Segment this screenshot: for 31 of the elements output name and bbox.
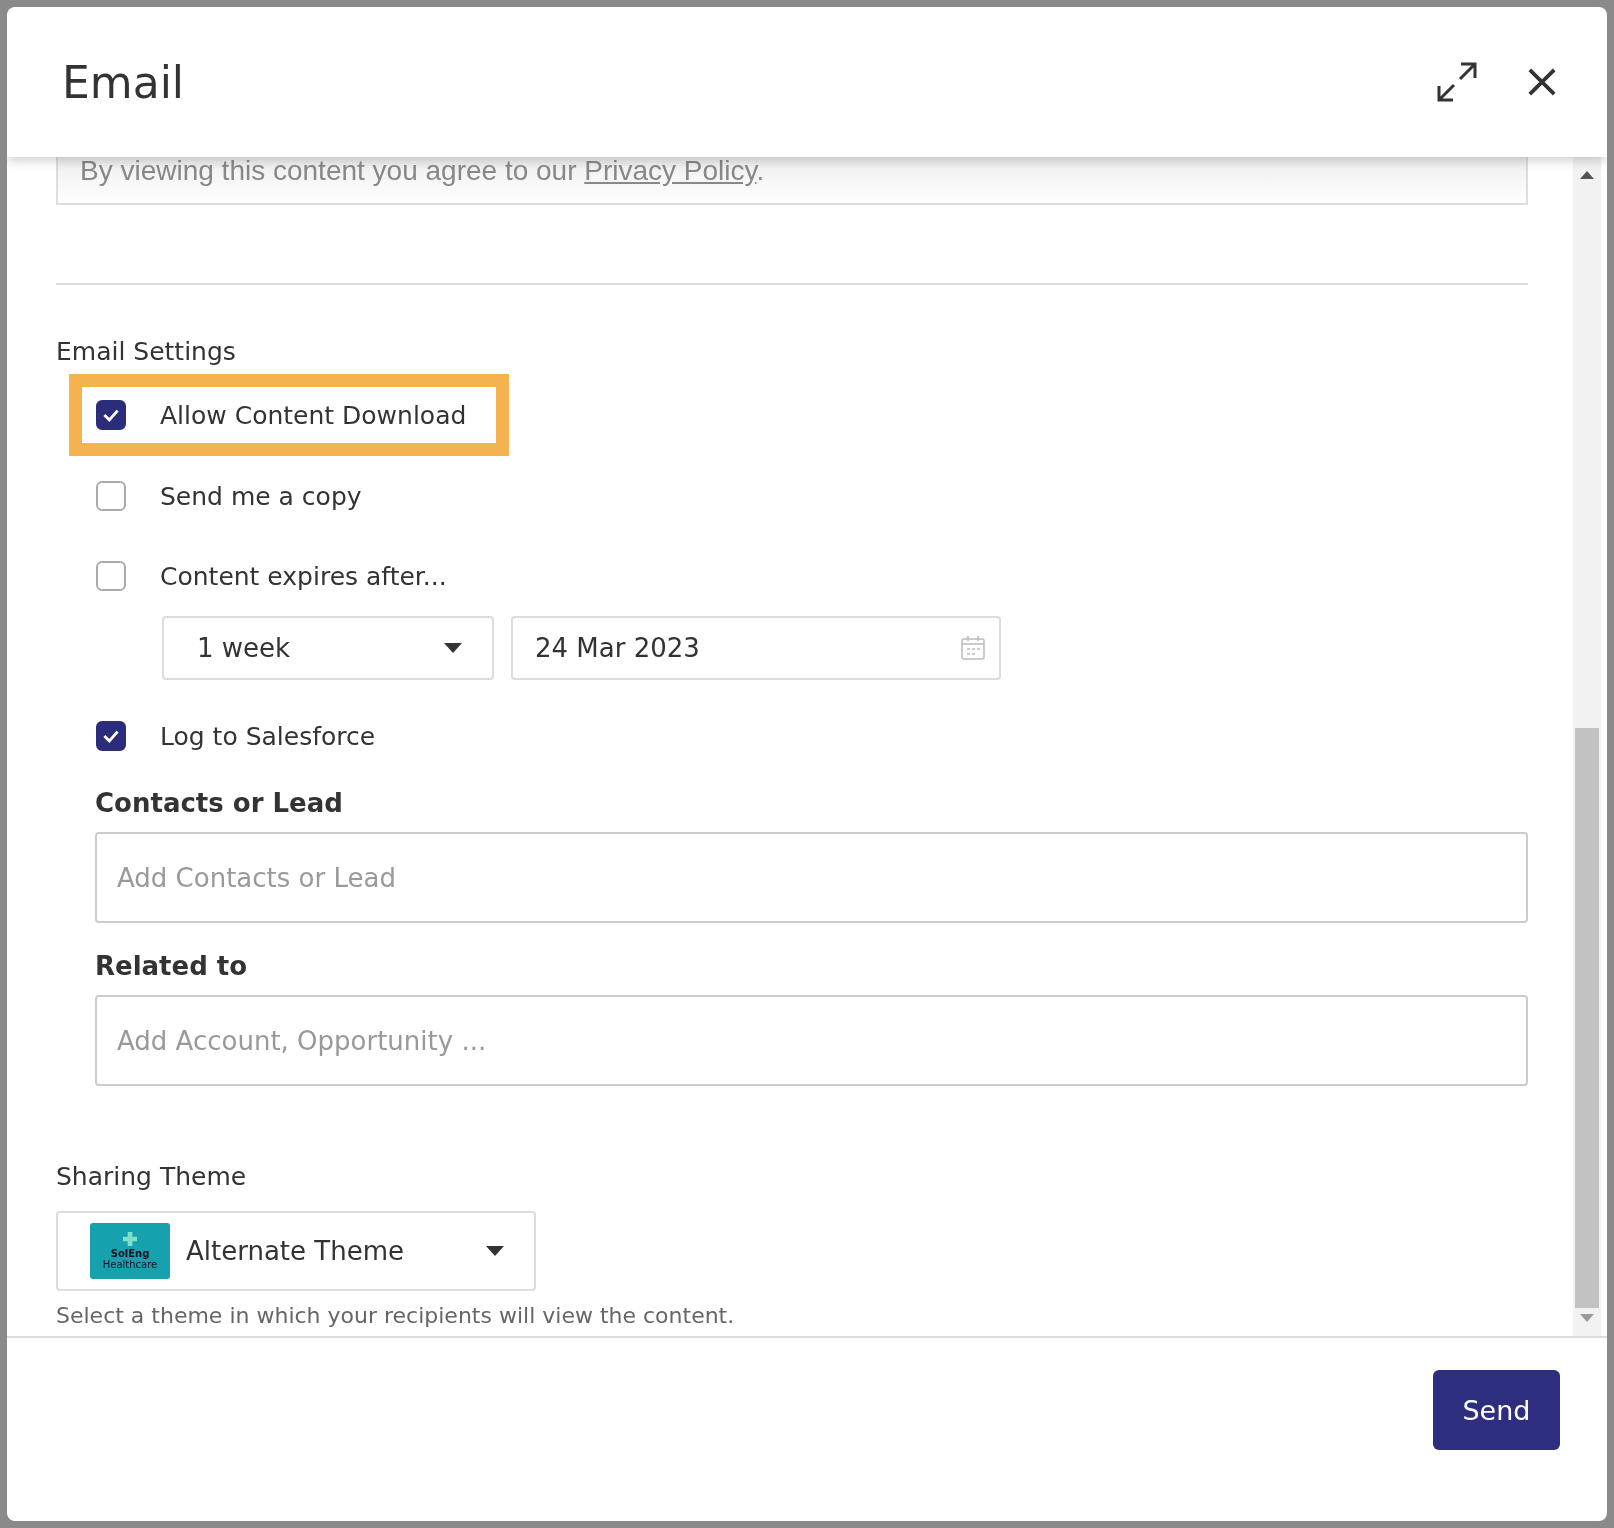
input-field[interactable]: Add Contacts or Lead (95, 832, 1528, 923)
scroll-down-icon[interactable] (1580, 1314, 1594, 1324)
expand-icon[interactable] (1435, 60, 1479, 104)
cross-icon (123, 1232, 137, 1246)
checkbox[interactable] (96, 561, 126, 591)
caret-icon (486, 1246, 504, 1256)
field-label: Related to (95, 951, 249, 981)
period-dropdown[interactable]: 1 week (162, 616, 494, 680)
hint-text: Select a theme in which your recipients will view the content. (56, 1303, 736, 1328)
checkbox[interactable] (96, 400, 126, 430)
checkbox-label: Content expires after... (160, 561, 447, 591)
dialog-title: Email (62, 56, 186, 108)
checkbox[interactable] (96, 721, 126, 751)
calendar-icon (961, 636, 985, 660)
checkbox-label: Log to Salesforce (160, 721, 376, 751)
input-field[interactable]: Add Account, Opportunity ... (95, 995, 1528, 1086)
theme-dropdown[interactable]: SolEng Healthcare Alternate Theme (56, 1211, 536, 1291)
caret-icon (444, 643, 462, 653)
close-icon[interactable] (1527, 67, 1557, 97)
field-label: Contacts or Lead (95, 788, 344, 818)
checkbox-label: Send me a copy (160, 481, 362, 511)
section-heading: Email Settings (56, 337, 237, 366)
section-heading: Sharing Theme (56, 1162, 248, 1191)
send-button[interactable]: Send (1433, 1370, 1560, 1450)
scroll-up-icon[interactable] (1580, 169, 1594, 179)
checkbox-label: Allow Content Download (160, 400, 467, 430)
theme-logo: SolEng Healthcare (90, 1223, 170, 1279)
consent-text: By viewing this content you agree to our Privacy Policy. (80, 157, 765, 187)
checkbox[interactable] (96, 481, 126, 511)
date-field[interactable]: 24 Mar 2023 (511, 616, 1001, 680)
scrollbar[interactable] (1573, 157, 1601, 1336)
